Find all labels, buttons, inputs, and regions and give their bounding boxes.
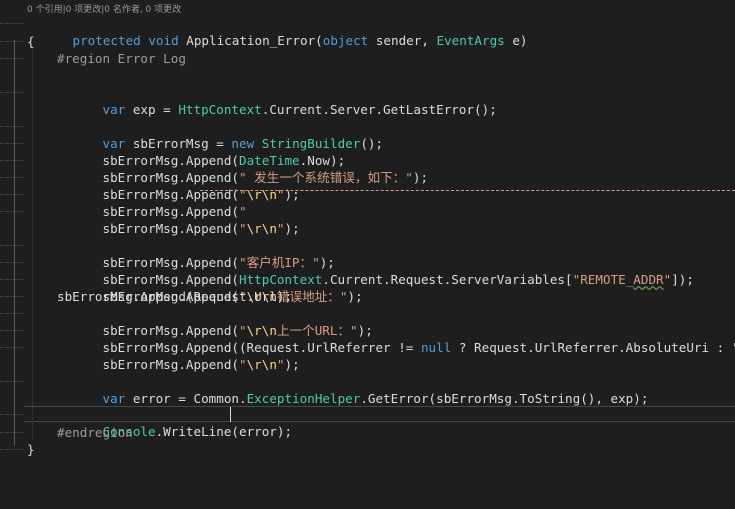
code-line-10[interactable]: sbErrorMsg.Append("\r\n"); [0, 203, 735, 236]
gutter-marker [0, 414, 24, 415]
code-line-18[interactable]: var error = Common.ExceptionHelper.GetEr… [0, 373, 735, 406]
code-line-13[interactable]: sbErrorMsg.Append("\r\n错误地址："); [0, 271, 735, 304]
code-text: .Current.Server.GetLastError(); [261, 102, 497, 117]
code-line-6[interactable]: sbErrorMsg.Append(DateTime.Now); [0, 135, 735, 168]
code-line-1[interactable]: protected void Application_Error(object … [0, 15, 735, 48]
type-httpcontext: HttpContext [178, 102, 262, 117]
gutter-marker [0, 58, 24, 59]
open-brace: { [27, 34, 35, 49]
code-text: error = Common. [125, 391, 247, 406]
gutter-marker [0, 126, 24, 127]
code-text: sbErrorMsg.Append(Request.Url); [57, 289, 293, 304]
code-text: exp = [125, 102, 179, 117]
string-quote: " [238, 357, 247, 372]
gutter-marker [0, 330, 24, 331]
gutter-marker [0, 177, 24, 178]
gutter-marker [0, 92, 24, 93]
gutter-marker [0, 194, 24, 195]
code-line-11[interactable]: sbErrorMsg.Append("客户机IP："); [0, 237, 735, 270]
gutter-marker [0, 432, 24, 433]
code-line-12[interactable]: sbErrorMsg.Append(HttpContext.Current.Re… [0, 254, 735, 287]
gutter-marker [0, 296, 24, 297]
code-line-21[interactable]: } [0, 441, 735, 458]
gutter-marker [0, 279, 24, 280]
gutter-marker [0, 211, 24, 212]
gutter-marker [0, 160, 24, 161]
region-directive: #region Error Log [57, 51, 186, 66]
code-text: .GetError(sbErrorMsg.ToString(), exp); [360, 391, 649, 406]
keyword-var: var [102, 391, 126, 406]
type-exceptionhelper: ExceptionHelper [246, 391, 361, 406]
escape-sequence: \r\n [246, 357, 277, 372]
gutter-marker [0, 381, 24, 382]
endregion-directive: #endregion [57, 425, 133, 440]
code-line-20[interactable]: #endregion [0, 424, 735, 441]
code-line-16[interactable]: sbErrorMsg.Append((Request.UrlReferrer !… [0, 322, 735, 355]
code-line-19[interactable]: Console.WriteLine(error); [0, 406, 735, 439]
code-line-5[interactable]: var sbErrorMsg = new StringBuilder(); [0, 118, 735, 151]
gutter-marker [0, 41, 24, 42]
gutter-marker [0, 449, 24, 450]
code-line-17[interactable]: sbErrorMsg.Append("\r\n"); [0, 339, 735, 372]
gutter-marker [0, 143, 24, 144]
code-line-7[interactable]: sbErrorMsg.Append(" 发生一个系统错误，如下："); [0, 152, 735, 185]
code-line-14[interactable]: sbErrorMsg.Append(Request.Url); [0, 288, 735, 305]
code-line-3[interactable]: #region Error Log [0, 50, 735, 67]
gutter-marker [0, 23, 24, 24]
gutter-marker [0, 262, 24, 263]
code-line-8[interactable]: sbErrorMsg.Append("\r\n"); [0, 169, 735, 202]
codelens-info[interactable]: 0 个引用|0 项更改|0 名作者, 0 项更改 [27, 2, 181, 15]
dashed-string-line [200, 190, 735, 191]
string-quote: " [238, 221, 247, 236]
code-text: sbErrorMsg.Append( [102, 221, 239, 236]
code-editor[interactable]: 0 个引用|0 项更改|0 名作者, 0 项更改 protected void … [0, 0, 735, 460]
close-brace: } [27, 442, 35, 457]
code-line-15[interactable]: sbErrorMsg.Append("\r\n上一个URL："); [0, 305, 735, 338]
code-line-4[interactable]: var exp = HttpContext.Current.Server.Get… [0, 84, 735, 117]
escape-sequence: \r\n [246, 221, 277, 236]
keyword-var: var [102, 102, 126, 117]
string-quote: " [276, 221, 285, 236]
gutter-marker [0, 347, 24, 348]
gutter-marker [0, 313, 24, 314]
text-caret [230, 407, 231, 422]
gutter-marker [0, 245, 24, 246]
string-quote: " [276, 357, 285, 372]
code-line-9[interactable]: sbErrorMsg.Append(" [0, 186, 735, 219]
code-text: ); [284, 357, 300, 372]
code-line-2[interactable]: { [0, 33, 735, 50]
code-text: sbErrorMsg.Append( [102, 357, 239, 372]
code-text: ); [284, 221, 300, 236]
